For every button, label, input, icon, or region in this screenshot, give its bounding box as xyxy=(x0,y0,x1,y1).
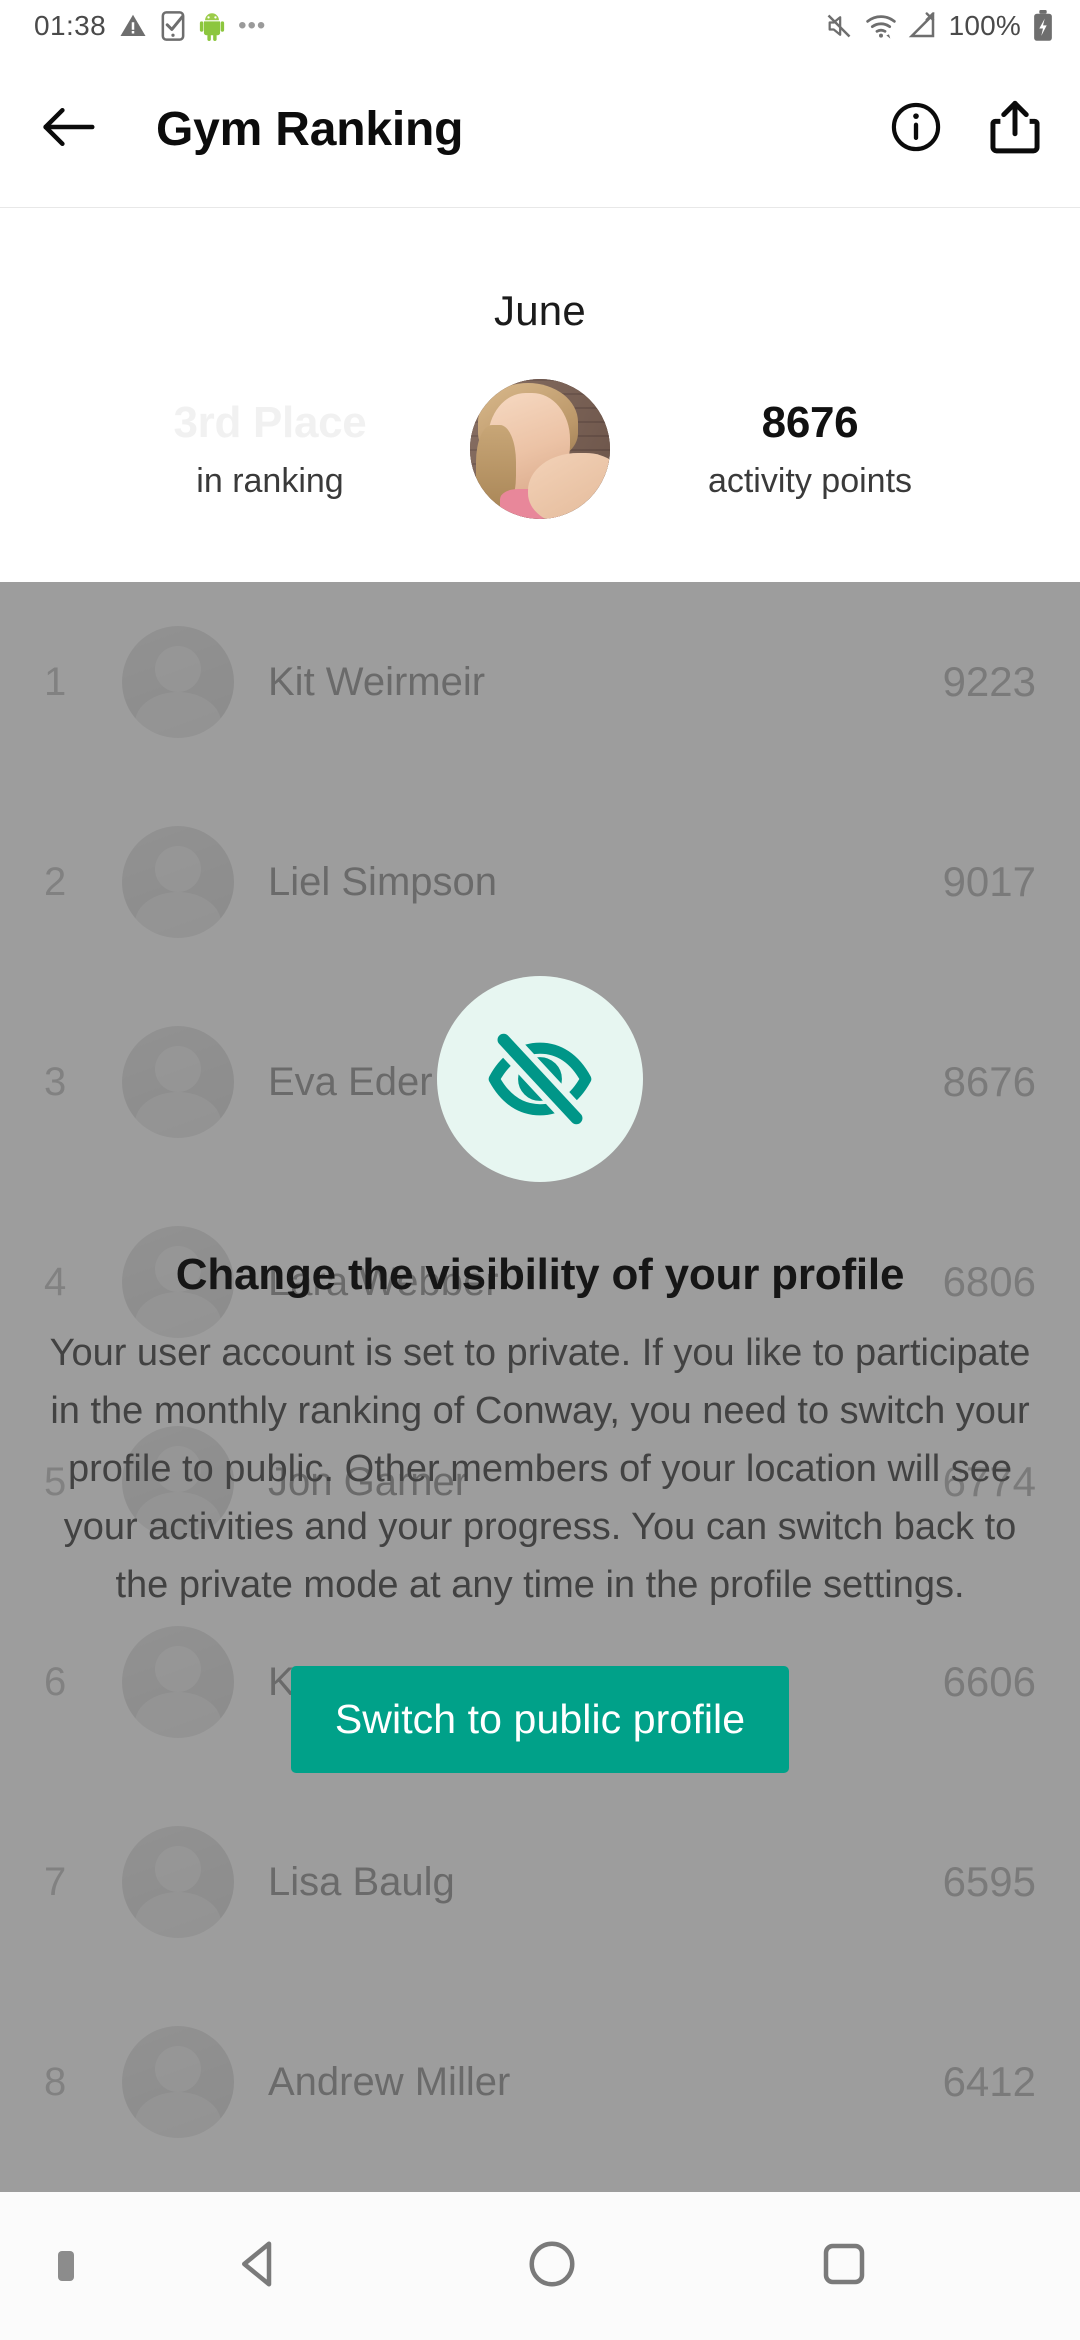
battery-charging-icon xyxy=(1034,10,1052,41)
avatar-wrapper xyxy=(450,379,630,519)
visibility-dialog: Change the visibility of your profile Yo… xyxy=(0,582,1080,2192)
avatar[interactable] xyxy=(470,379,610,519)
status-bar: 01:38 ••• 100% xyxy=(0,0,1080,52)
dialog-title: Change the visibility of your profile xyxy=(175,1250,905,1299)
rank-caption: in ranking xyxy=(196,461,344,500)
eye-off-icon xyxy=(488,1027,592,1131)
summary-card: June 3rd Place in ranking 8676 activity … xyxy=(0,207,1080,582)
nav-home-button[interactable] xyxy=(525,2237,579,2296)
system-navigation-bar xyxy=(0,2192,1080,2340)
wifi-icon xyxy=(865,15,896,39)
points-caption: activity points xyxy=(707,461,913,500)
cellular-off-icon xyxy=(908,12,934,38)
share-button[interactable] xyxy=(990,100,1040,159)
page-title: Gym Ranking xyxy=(156,103,464,156)
android-icon xyxy=(199,13,225,41)
warning-icon xyxy=(120,14,146,36)
share-icon xyxy=(990,100,1040,154)
nav-buttons xyxy=(74,2237,1080,2296)
app-bar: Gym Ranking xyxy=(0,52,1080,207)
mute-icon xyxy=(827,14,850,38)
summary-row: 3rd Place in ranking 8676 activity point… xyxy=(0,379,1080,519)
dialog-body: Your user account is set to private. If … xyxy=(49,1332,1031,1606)
back-arrow-icon xyxy=(43,107,95,147)
clock: 01:38 xyxy=(34,10,107,41)
info-button[interactable] xyxy=(890,101,942,158)
rank-column: 3rd Place in ranking xyxy=(90,398,450,501)
overflow-dots-icon: ••• xyxy=(238,12,267,39)
month-label: June xyxy=(494,287,586,334)
sms-check-icon xyxy=(161,11,185,41)
nav-back-button[interactable] xyxy=(233,2237,287,2296)
nav-handle-dot-icon xyxy=(58,2251,74,2281)
battery-percent: 100% xyxy=(948,10,1021,41)
rank-value: 3rd Place xyxy=(173,397,367,447)
back-button[interactable] xyxy=(40,104,96,155)
points-value: 8676 xyxy=(761,397,859,447)
nav-back-triangle-icon xyxy=(242,2241,272,2286)
dialog-icon-circle xyxy=(437,976,643,1182)
app-bar-actions xyxy=(890,100,1040,159)
status-bar-left: 01:38 ••• xyxy=(34,10,266,42)
nav-recents-square-icon xyxy=(823,2243,865,2284)
switch-to-public-profile-button[interactable]: Switch to public profile xyxy=(290,1666,790,1773)
nav-home-circle-icon xyxy=(529,2241,575,2286)
nav-recents-button[interactable] xyxy=(817,2237,871,2296)
info-icon xyxy=(891,102,941,152)
phone-screen: 01:38 ••• 100% Gym Ranking June 3rd Plac… xyxy=(0,0,1080,2340)
status-bar-right: 100% xyxy=(824,10,1054,42)
points-column: 8676 activity points xyxy=(630,398,990,501)
